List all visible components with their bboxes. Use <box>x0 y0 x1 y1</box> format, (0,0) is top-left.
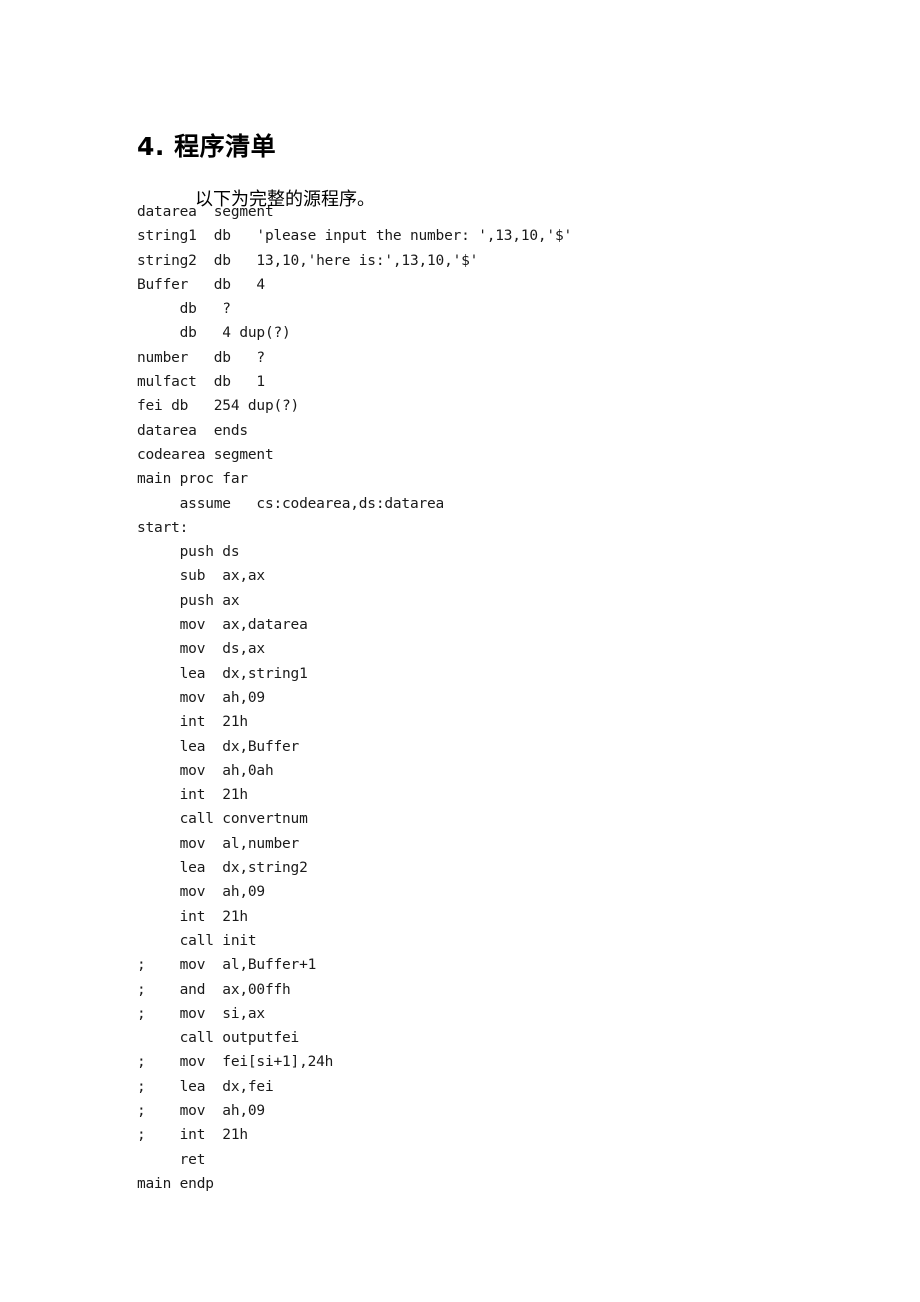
code-line: ; mov al,Buffer+1 <box>137 957 317 974</box>
code-line: ; and ax,00ffh <box>137 981 291 998</box>
code-line: ; mov ah,09 <box>137 1102 265 1119</box>
code-line: mulfact db 1 <box>137 374 265 391</box>
code-line: datarea segment <box>137 204 274 220</box>
code-line: ; mov fei[si+1],24h <box>137 1054 334 1071</box>
code-line: mov ah,0ah <box>137 762 274 779</box>
document-page: 4. 程序清单 以下为完整的源程序。 datarea segment string… <box>0 0 920 1302</box>
assembly-code-listing: datarea segment string1 db 'please input … <box>137 200 837 1196</box>
code-line: mov ax,datarea <box>137 617 308 634</box>
code-line: datarea ends <box>137 422 248 439</box>
code-line: main proc far <box>137 471 248 488</box>
code-line: start: <box>137 519 189 536</box>
code-line: ret <box>137 1151 206 1168</box>
code-line: call init <box>137 932 257 949</box>
section-heading: 4. 程序清单 <box>137 131 277 161</box>
code-line: mov ah,09 <box>137 689 266 706</box>
code-line: int 21h <box>137 787 248 804</box>
code-line: mov ah,09 <box>137 884 266 901</box>
code-line: int 21h <box>137 714 248 731</box>
code-line: lea dx,string1 <box>137 665 308 682</box>
code-line: push ax <box>137 592 240 609</box>
code-line: mov ds,ax <box>137 641 266 658</box>
code-line: string1 db 'please input the number: ',1… <box>137 228 573 245</box>
code-line: lea dx,Buffer <box>137 738 300 755</box>
code-line: sub ax,ax <box>137 568 266 585</box>
code-line: ; int 21h <box>137 1127 248 1144</box>
code-line: string2 db 13,10,'here is:',13,10,'$' <box>137 252 479 269</box>
code-line: fei db 254 dup(?) <box>137 398 300 415</box>
code-line: push ds <box>137 544 240 561</box>
code-line: ; mov si,ax <box>137 1005 265 1022</box>
code-line: int 21h <box>137 908 248 925</box>
code-line: db ? <box>137 301 231 318</box>
code-line: ; lea dx,fei <box>137 1078 274 1095</box>
code-line: Buffer db 4 <box>137 276 265 293</box>
code-line: call outputfei <box>137 1030 300 1047</box>
code-line: call convertnum <box>137 811 308 828</box>
code-line: lea dx,string2 <box>137 860 308 877</box>
code-line: assume cs:codearea,ds:datarea <box>137 495 445 512</box>
code-line: main endp <box>137 1175 214 1192</box>
code-line: codearea segment <box>137 446 274 463</box>
code-line: db 4 dup(?) <box>137 325 291 342</box>
code-line: number db ? <box>137 349 265 366</box>
code-line: mov al,number <box>137 835 300 852</box>
